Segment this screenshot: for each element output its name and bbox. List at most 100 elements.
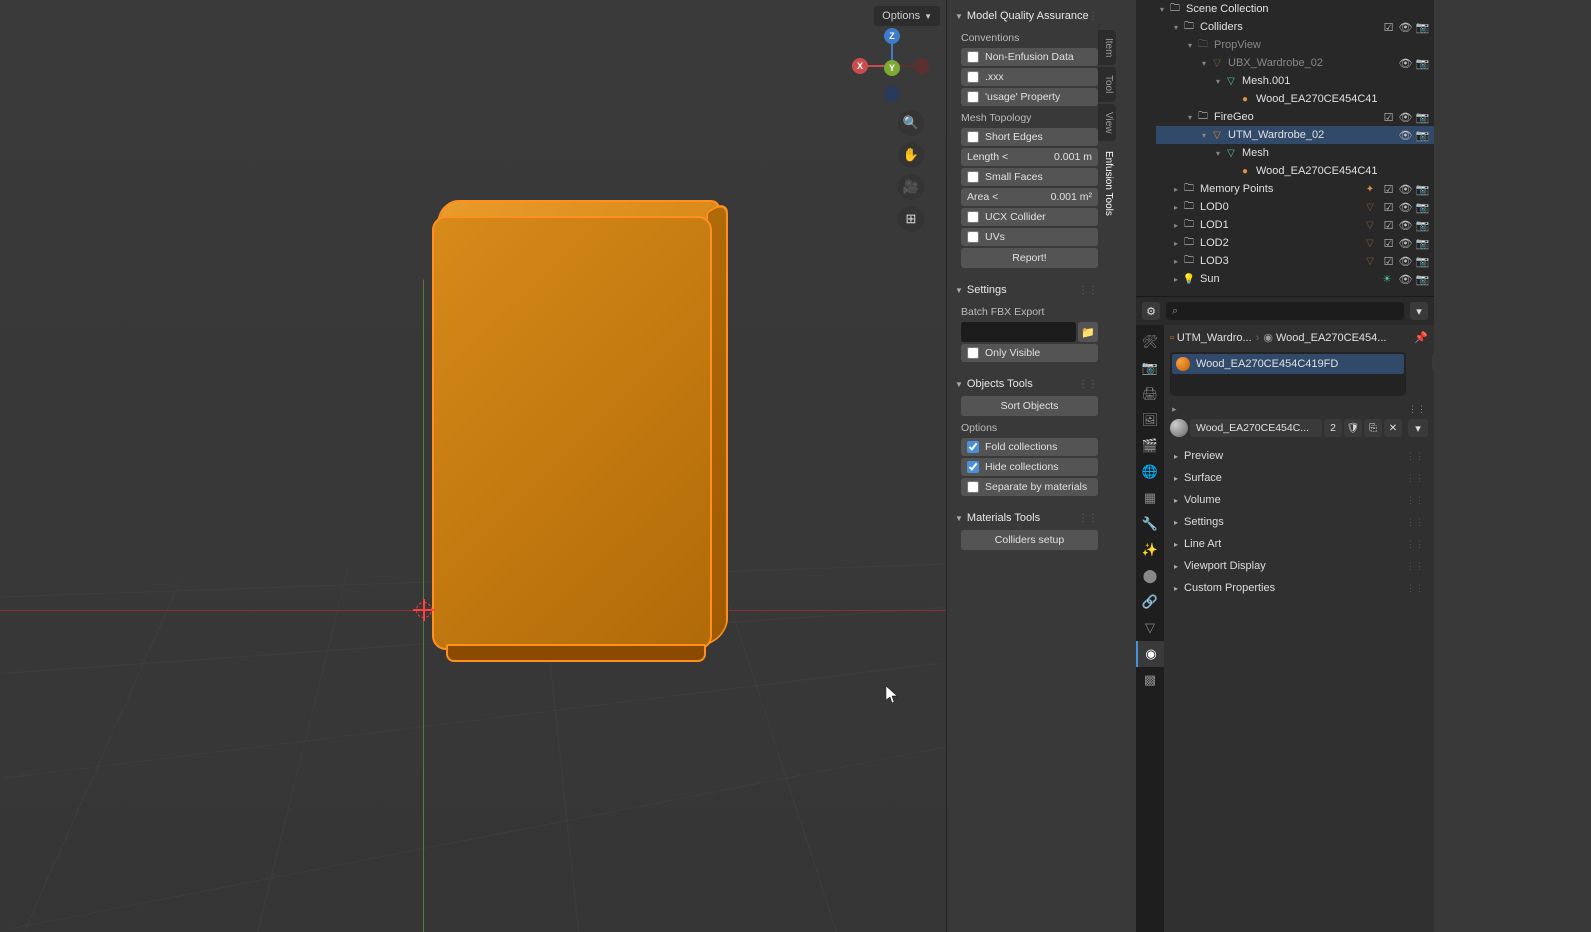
editor-type-icon[interactable]: ⚙ xyxy=(1142,302,1160,320)
drag-handle-icon[interactable]: ⋮⋮ xyxy=(1406,517,1424,528)
drag-handle-icon[interactable]: ⋮⋮ xyxy=(1408,404,1426,415)
visibility-toggle-icon[interactable]: 👁 xyxy=(1398,219,1413,232)
material-nav[interactable]: ▸⋮⋮ xyxy=(1170,400,1428,419)
tab-texture-icon[interactable]: ▩ xyxy=(1136,667,1164,693)
visibility-toggle-icon[interactable]: 👁 xyxy=(1398,111,1413,124)
check-ucx-collider[interactable]: UCX Collider xyxy=(961,208,1098,226)
check-uvs[interactable]: UVs xyxy=(961,228,1098,246)
zoom-icon[interactable]: 🔍 xyxy=(898,110,924,136)
visibility-toggle-icon[interactable]: 👁 xyxy=(1398,237,1413,250)
section-volume[interactable]: ▸Volume⋮⋮ xyxy=(1170,489,1428,511)
options-dropdown[interactable]: Options ▼ xyxy=(874,6,940,26)
outliner-row[interactable]: ▾🗀FireGeo☑👁📷 xyxy=(1156,108,1434,126)
drag-handle-icon[interactable]: ⋮⋮ xyxy=(1406,451,1424,462)
outliner-row[interactable]: ●Wood_EA270CE454C41 xyxy=(1156,162,1434,180)
unlink-material-icon[interactable]: ✕ xyxy=(1384,419,1402,437)
viewport-3d[interactable]: Options ▼ Z Y X 🔍 ✋ 🎥 ⊞ xyxy=(0,0,946,932)
colliders-setup-button[interactable]: Colliders setup xyxy=(961,530,1098,550)
disclose-icon[interactable]: ▾ xyxy=(1184,113,1196,122)
tab-tool-icon[interactable]: 🛠 xyxy=(1136,329,1164,355)
exclude-toggle-icon[interactable]: ☑ xyxy=(1381,111,1396,124)
breadcrumb-object[interactable]: ▫ UTM_Wardro... xyxy=(1170,332,1252,344)
drag-handle-icon[interactable]: ⋮⋮ xyxy=(1078,379,1098,390)
disclose-icon[interactable]: ▾ xyxy=(1198,131,1210,140)
tab-viewlayer-icon[interactable]: 🖼 xyxy=(1136,407,1164,433)
visibility-toggle-icon[interactable]: 👁 xyxy=(1398,201,1413,214)
disclose-icon[interactable]: ▾ xyxy=(1170,23,1182,32)
exclude-toggle-icon[interactable]: ☑ xyxy=(1381,237,1396,250)
outliner-row[interactable]: ▾▽UTM_Wardrobe_02👁📷 xyxy=(1156,126,1434,144)
disclose-icon[interactable]: ▸ xyxy=(1170,203,1182,212)
drag-handle-icon[interactable]: ⋮⋮ xyxy=(1406,561,1424,572)
outliner-row[interactable]: ▸🗀Memory Points✦☑👁📷 xyxy=(1156,180,1434,198)
mesh-object[interactable] xyxy=(418,198,728,660)
drag-handle-icon[interactable]: ⋮⋮ xyxy=(1078,11,1098,22)
section-materials-tools[interactable]: ▼ Materials Tools ⋮⋮ xyxy=(953,508,1098,528)
disclose-icon[interactable]: ▾ xyxy=(1212,77,1224,86)
visibility-toggle-icon[interactable]: 👁 xyxy=(1398,273,1413,286)
check-small-faces[interactable]: Small Faces xyxy=(961,168,1098,186)
section-settings[interactable]: ▼ Settings ⋮⋮ xyxy=(953,280,1098,300)
tab-data-icon[interactable]: ▽ xyxy=(1136,615,1164,641)
tab-particles-icon[interactable]: ✨ xyxy=(1136,537,1164,563)
input-length[interactable]: Length <0.001 m xyxy=(961,148,1098,166)
material-name-input[interactable]: Wood_EA270CE454C... xyxy=(1190,419,1322,437)
drag-handle-icon[interactable]: ⋮⋮ xyxy=(1078,285,1098,296)
outliner-row[interactable]: ▸🗀LOD1▽☑👁📷 xyxy=(1156,216,1434,234)
check-non-enfusion-data[interactable]: Non-Enfusion Data xyxy=(961,48,1098,66)
tab-render-icon[interactable]: 📷 xyxy=(1136,355,1164,381)
disclose-icon[interactable]: ▸ xyxy=(1170,275,1182,284)
gizmo-axis-neg-z[interactable] xyxy=(884,86,900,102)
outliner-row[interactable]: ▸🗀LOD3▽☑👁📷 xyxy=(1156,252,1434,270)
material-users-count[interactable]: 2 xyxy=(1324,419,1342,437)
render-toggle-icon[interactable]: 📷 xyxy=(1415,201,1430,214)
drag-handle-icon[interactable]: ⋮⋮ xyxy=(1406,539,1424,550)
visibility-toggle-icon[interactable]: 👁 xyxy=(1398,129,1413,142)
visibility-toggle-icon[interactable]: 👁 xyxy=(1398,21,1413,34)
copy-material-icon[interactable]: ⎘ xyxy=(1364,419,1382,437)
outliner-scene-collection[interactable]: ▾ 🗀 Scene Collection xyxy=(1156,0,1434,18)
exclude-toggle-icon[interactable]: ☑ xyxy=(1381,255,1396,268)
gizmo-axis-neg-x[interactable] xyxy=(914,58,930,74)
camera-icon[interactable]: 🎥 xyxy=(898,174,924,200)
check-short-edges[interactable]: Short Edges xyxy=(961,128,1098,146)
gizmo-axis-y[interactable]: Y xyxy=(884,60,900,76)
tab-scene-icon[interactable]: 🎬 xyxy=(1136,433,1164,459)
outliner-row[interactable]: ▸💡Sun☀👁📷 xyxy=(1156,270,1434,288)
render-toggle-icon[interactable]: 📷 xyxy=(1415,237,1430,250)
tab-output-icon[interactable]: 🖨 xyxy=(1136,381,1164,407)
tab-constraints-icon[interactable]: 🔗 xyxy=(1136,589,1164,615)
render-toggle-icon[interactable]: 📷 xyxy=(1415,57,1430,70)
disclose-icon[interactable]: ▾ xyxy=(1212,149,1224,158)
visibility-toggle-icon[interactable]: 👁 xyxy=(1398,255,1413,268)
outliner-row[interactable]: ▾🗀PropView xyxy=(1156,36,1434,54)
navigation-gizmo[interactable]: Z Y X xyxy=(852,28,932,108)
sort-objects-button[interactable]: Sort Objects xyxy=(961,396,1098,416)
perspective-icon[interactable]: ⊞ xyxy=(898,206,924,232)
drag-handle-icon[interactable]: ⋮⋮ xyxy=(1406,495,1424,506)
section-objects-tools[interactable]: ▼ Objects Tools ⋮⋮ xyxy=(953,374,1098,394)
tab-tool[interactable]: Tool xyxy=(1098,67,1116,101)
visibility-toggle-icon[interactable]: 👁 xyxy=(1398,57,1413,70)
render-toggle-icon[interactable]: 📷 xyxy=(1415,129,1430,142)
exclude-toggle-icon[interactable]: ☑ xyxy=(1381,21,1396,34)
browse-folder-icon[interactable]: 📁 xyxy=(1078,322,1098,342)
tab-item[interactable]: Item xyxy=(1098,30,1116,65)
add-material-slot-button[interactable]: + xyxy=(1432,354,1434,370)
check-only-visible[interactable]: Only Visible xyxy=(961,344,1098,362)
render-toggle-icon[interactable]: 📷 xyxy=(1415,255,1430,268)
gizmo-axis-x[interactable]: X xyxy=(852,58,868,74)
report-button[interactable]: Report! xyxy=(961,248,1098,268)
search-input[interactable]: ⌕ xyxy=(1166,302,1404,320)
gizmo-axis-z[interactable]: Z xyxy=(884,28,900,44)
outliner-row[interactable]: ●Wood_EA270CE454C41 xyxy=(1156,90,1434,108)
disclose-icon[interactable]: ▸ xyxy=(1170,239,1182,248)
tab-world-icon[interactable]: 🌐 xyxy=(1136,459,1164,485)
drag-handle-icon[interactable]: ⋮⋮ xyxy=(1078,513,1098,524)
render-toggle-icon[interactable]: 📷 xyxy=(1415,219,1430,232)
new-material-dropdown-icon[interactable]: ▾ xyxy=(1408,419,1428,437)
section-viewport-display[interactable]: ▸Viewport Display⋮⋮ xyxy=(1170,555,1428,577)
drag-handle-icon[interactable]: ⋮⋮ xyxy=(1406,583,1424,594)
node-material-icon[interactable] xyxy=(1170,419,1188,437)
tab-modifiers-icon[interactable]: 🔧 xyxy=(1136,511,1164,537)
